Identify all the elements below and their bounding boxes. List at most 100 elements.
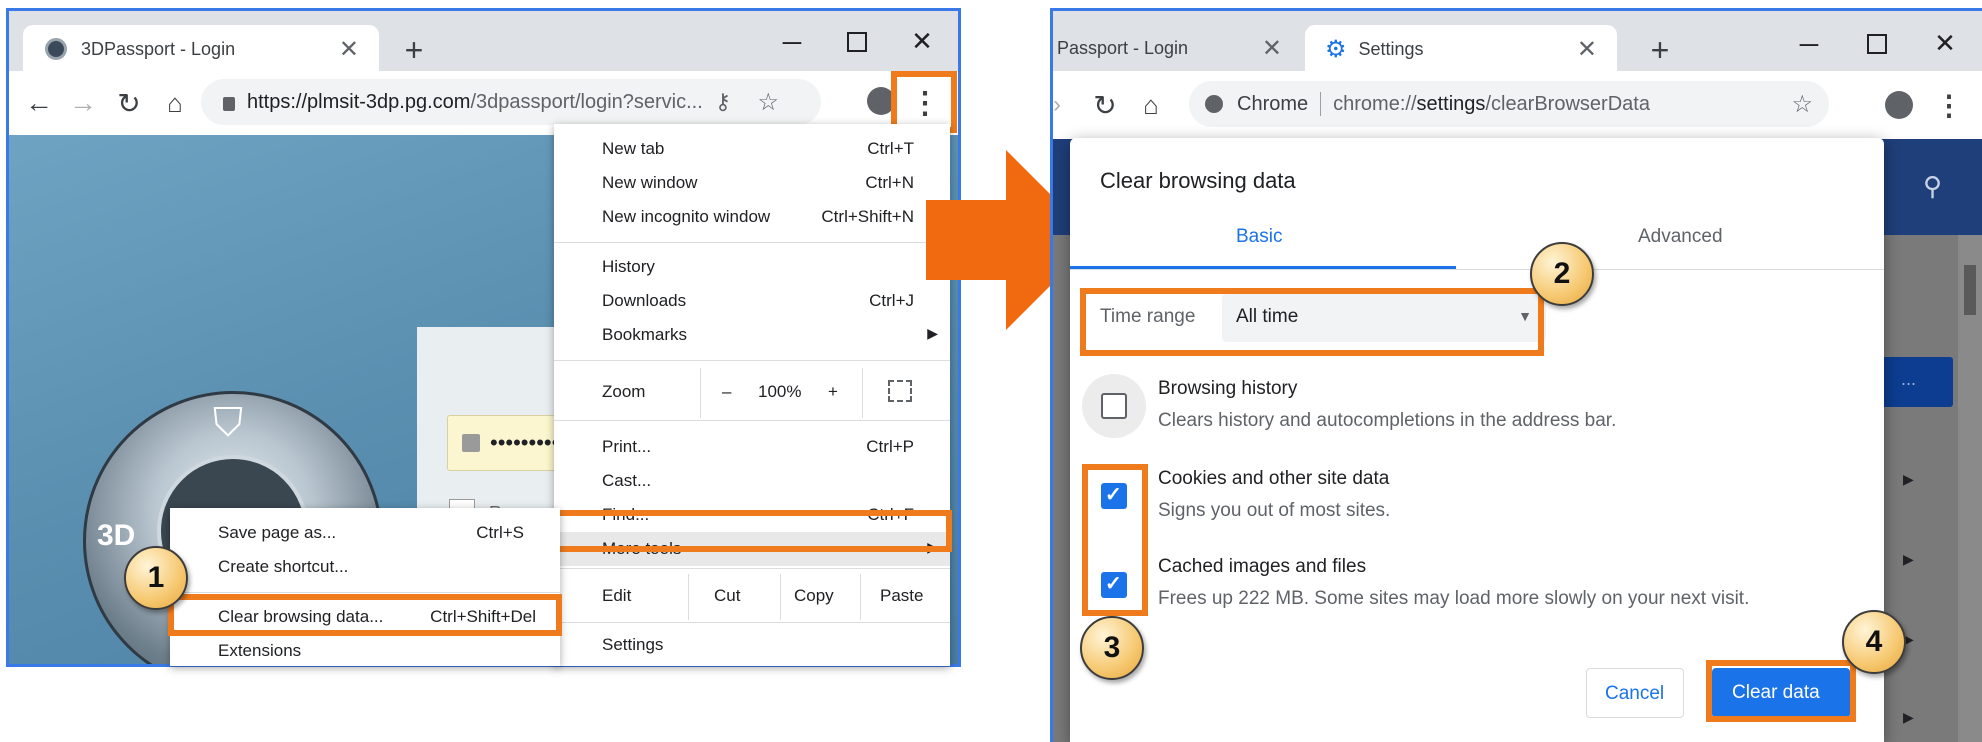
forward-arrow-icon[interactable]: › [1053, 89, 1065, 121]
address-bar[interactable]: https://plmsit-3dp.pg.com/3dpassport/log… [201, 79, 821, 125]
forward-arrow-icon[interactable]: → [67, 87, 99, 119]
cancel-button[interactable]: Cancel [1586, 668, 1684, 718]
paste-button[interactable]: Paste [880, 586, 923, 606]
zoom-divider [862, 368, 863, 418]
menu-item-bookmarks[interactable]: Bookmarks ▶ [554, 318, 950, 352]
cancel-label: Cancel [1605, 683, 1665, 704]
reload-icon[interactable]: ↻ [113, 87, 145, 119]
settings-chevron-icon: ▶ [1903, 471, 1914, 487]
maximize-icon[interactable] [839, 27, 875, 57]
tab-settings[interactable]: ⚙ Settings ✕ [1305, 25, 1617, 73]
menu-item-create-shortcut[interactable]: Create shortcut... [170, 550, 560, 584]
url-host: https://plmsit-3dp.pg.com [247, 90, 471, 113]
option-title: Cached images and files [1158, 556, 1367, 577]
menu-item-new-incognito[interactable]: New incognito window Ctrl+Shift+N [554, 200, 950, 234]
menu-item-cast[interactable]: Cast... [554, 464, 950, 498]
lock-icon [223, 97, 235, 111]
3dpassport-favicon-icon [45, 38, 67, 60]
tab-title: Passport - Login [1057, 37, 1189, 58]
menu-item-history[interactable]: History [554, 250, 950, 284]
option-desc: Clears history and autocompletions in th… [1158, 410, 1617, 431]
zoom-in-button[interactable]: + [828, 382, 838, 402]
omnibox-chrome-label: Chrome [1237, 92, 1309, 115]
browsing-history-checkbox[interactable] [1101, 393, 1127, 419]
menu-item-new-tab[interactable]: New tab Ctrl+T [554, 132, 950, 166]
url-scheme: chrome:// [1333, 92, 1417, 115]
minimize-icon[interactable]: ─ [774, 27, 810, 57]
tab-close-icon[interactable]: ✕ [1262, 34, 1282, 63]
address-bar[interactable]: Chrome chrome://settings/clearBrowserDat… [1189, 81, 1829, 127]
menu-item-downloads[interactable]: Downloads Ctrl+J [554, 284, 950, 318]
option-desc: Signs you out of most sites. [1158, 500, 1391, 521]
new-tab-plus-icon[interactable]: + [397, 32, 431, 68]
settings-chevron-icon: ▶ [1903, 551, 1914, 567]
url-path: /3dpassport/login?servic... [470, 90, 703, 113]
zoom-level: 100% [758, 382, 802, 401]
step-badge-2: 2 [1530, 242, 1594, 306]
checkboxes-highlight [1082, 464, 1148, 616]
back-arrow-icon[interactable]: ← [23, 87, 55, 119]
step-badge-3: 3 [1080, 616, 1144, 680]
zoom-out-button[interactable]: – [722, 382, 731, 402]
edit-divider [860, 574, 861, 620]
minimize-icon[interactable]: ─ [1791, 29, 1827, 59]
copy-button[interactable]: Copy [794, 586, 834, 606]
compass-3d-label: 3D [97, 519, 136, 552]
kebab-menu-icon[interactable]: ⋮ [910, 85, 940, 121]
dialog-title: Clear browsing data [1100, 168, 1296, 193]
password-dots: ••••••••• [490, 430, 560, 455]
kebab-menu-icon[interactable]: ⋮ [1935, 89, 1963, 121]
clear-browsing-dialog: Clear browsing data Basic Advanced Time … [1070, 138, 1884, 742]
tab-basic[interactable]: Basic [1236, 226, 1282, 248]
tab-3dpassport-login[interactable]: 3DPassport - Login ✕ [23, 25, 379, 73]
dialog-tabs-divider [1070, 269, 1884, 270]
step-badge-4: 4 [1842, 610, 1906, 674]
tab-advanced[interactable]: Advanced [1638, 226, 1723, 248]
search-icon[interactable]: ⚲ [1923, 171, 1942, 202]
url-settings: settings [1416, 92, 1486, 115]
key-icon[interactable]: ⚷ [715, 89, 731, 115]
home-icon[interactable]: ⌂ [159, 87, 191, 119]
tab-close-icon[interactable]: ✕ [339, 35, 359, 64]
close-window-icon[interactable]: ✕ [904, 25, 940, 57]
menu-item-print[interactable]: Print... Ctrl+P [554, 430, 950, 464]
clear-browsing-highlight [168, 594, 562, 636]
bookmark-star-icon[interactable]: ☆ [757, 88, 779, 117]
chrome-main-menu: New tab Ctrl+T New window Ctrl+N New incog… [554, 124, 950, 666]
menu-item-settings[interactable]: Settings [554, 628, 950, 662]
tab-3dpassport-login[interactable]: Passport - Login ✕ [1053, 25, 1298, 71]
left-tabstrip: 3DPassport - Login ✕ + ─ ✕ [9, 11, 958, 73]
reload-icon[interactable]: ↻ [1089, 89, 1121, 121]
more-tools-highlight [554, 510, 952, 552]
tab-close-icon[interactable]: ✕ [1577, 35, 1597, 64]
url-path: /clearBrowserData [1485, 92, 1650, 115]
close-window-icon[interactable]: ✕ [1927, 27, 1963, 59]
home-icon[interactable]: ⌂ [1135, 89, 1167, 121]
settings-bg-button-text: ... [1901, 369, 1917, 389]
cut-button[interactable]: Cut [714, 586, 740, 606]
profile-avatar-icon[interactable] [1883, 89, 1915, 121]
tab-title: 3DPassport - Login [81, 38, 236, 59]
password-field[interactable]: ••••••••• [447, 415, 560, 471]
right-toolbar: › ↻ ⌂ Chrome chrome://settings/clearBrow… [1053, 71, 1982, 140]
menu-item-extensions[interactable]: Extensions [170, 634, 560, 668]
menu-item-save-page[interactable]: Save page as... Ctrl+S [170, 516, 560, 550]
menu-separator [554, 622, 950, 623]
right-tabstrip: Passport - Login ✕ ⚙ Settings ✕ + ─ ✕ [1053, 11, 1982, 73]
zoom-divider [700, 368, 701, 418]
tab-title: Settings [1358, 38, 1424, 59]
menu-item-edit: Edit Cut Copy Paste [554, 574, 950, 620]
fullscreen-icon[interactable] [888, 380, 912, 402]
bookmark-star-icon[interactable]: ☆ [1791, 90, 1813, 119]
time-range-highlight [1080, 288, 1544, 356]
settings-scrollbar[interactable] [1958, 235, 1982, 742]
menu-item-new-window[interactable]: New window Ctrl+N [554, 166, 950, 200]
new-tab-plus-icon[interactable]: + [1643, 32, 1677, 68]
menu-separator [554, 360, 950, 361]
maximize-icon[interactable] [1859, 29, 1895, 59]
menu-separator [554, 242, 950, 243]
menu-separator [554, 568, 950, 569]
menu-item-zoom: Zoom – 100% + [554, 368, 950, 418]
more-tools-submenu: Save page as... Ctrl+S Create shortcut...… [170, 508, 560, 666]
gear-icon: ⚙ [1325, 35, 1347, 63]
